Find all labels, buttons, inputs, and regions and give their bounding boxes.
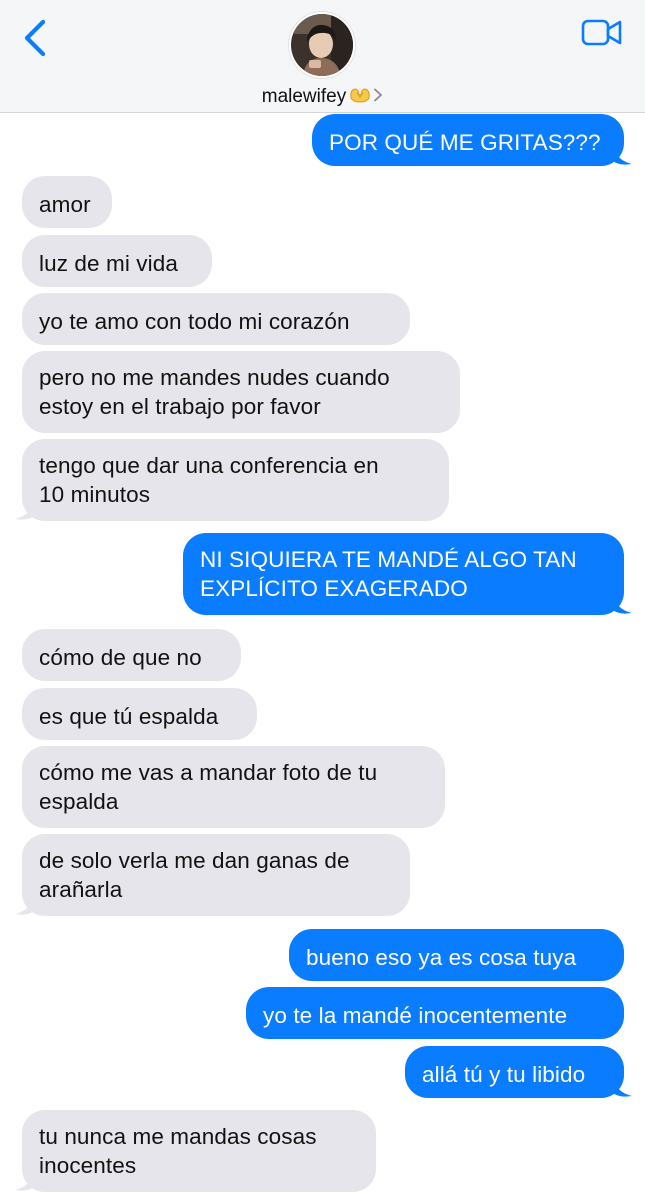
outgoing-message-bubble[interactable]: POR QUÉ ME GRITAS??? — [312, 114, 624, 166]
message-text: bueno eso ya es cosa tuya — [306, 945, 577, 970]
incoming-message-bubble[interactable]: luz de mi vida — [22, 235, 212, 287]
outgoing-message-bubble[interactable]: NI SIQUIERA TE MANDÉ ALGO TAN EXPLÍCITO … — [183, 533, 624, 615]
heart-hands-emoji — [349, 86, 371, 110]
video-camera-icon — [581, 19, 622, 46]
incoming-message-bubble[interactable]: amor — [22, 176, 112, 228]
incoming-message-bubble[interactable]: cómo de que no — [22, 629, 241, 681]
message-text: amor — [39, 192, 91, 217]
incoming-message-bubble[interactable]: es que tú espalda — [22, 688, 257, 740]
incoming-message-bubble[interactable]: pero no me mandes nudes cuando estoy en … — [22, 351, 460, 433]
message-text-line: EXPLÍCITO EXAGERADO — [200, 576, 468, 601]
contact-photo — [291, 14, 353, 76]
message-text-line: espalda — [39, 789, 119, 814]
message-text: luz de mi vida — [39, 251, 178, 276]
outgoing-message-bubble[interactable]: allá tú y tu libido — [405, 1046, 624, 1098]
incoming-message-bubble[interactable]: de solo verla me dan ganas de arañarla — [22, 834, 410, 916]
message-text-line: inocentes — [39, 1153, 137, 1178]
message-text-line: cómo me vas a mandar foto de tu — [39, 760, 378, 785]
message-text: allá tú y tu libido — [422, 1062, 586, 1087]
conversation-header: malewifey — [0, 0, 645, 113]
message-text-line: tengo que dar una conferencia en — [39, 453, 379, 478]
contact-name-button[interactable]: malewifey — [0, 86, 645, 110]
message-text-line: estoy en el trabajo por favor — [39, 394, 321, 419]
incoming-message-bubble[interactable]: tengo que dar una conferencia en 10 minu… — [22, 439, 449, 521]
contact-name: malewifey — [261, 86, 347, 107]
incoming-message-bubble[interactable]: tu nunca me mandas cosas inocentes — [22, 1110, 376, 1192]
message-text-line: 10 minutos — [39, 482, 151, 507]
message-text-line: pero no me mandes nudes cuando — [39, 365, 390, 390]
message-text-line: arañarla — [39, 877, 123, 902]
video-call-button[interactable] — [581, 18, 623, 48]
chevron-left-icon — [24, 19, 46, 57]
incoming-message-bubble[interactable]: yo te amo con todo mi corazón — [22, 293, 410, 345]
message-text: POR QUÉ ME GRITAS??? — [329, 130, 601, 155]
back-button[interactable] — [18, 16, 54, 60]
message-text: es que tú espalda — [39, 704, 219, 729]
message-text-line: de solo verla me dan ganas de — [39, 848, 350, 873]
chevron-right-icon — [373, 86, 383, 108]
message-text: yo te amo con todo mi corazón — [39, 309, 350, 334]
conversation-screen: malewifey POR QUÉ ME GRITAS??? amor luz … — [0, 0, 645, 1200]
message-text: yo te la mandé inocentemente — [263, 1003, 568, 1028]
avatar[interactable] — [289, 12, 355, 78]
outgoing-message-bubble[interactable]: yo te la mandé inocentemente — [246, 987, 624, 1039]
incoming-message-bubble[interactable]: cómo me vas a mandar foto de tu espalda — [22, 746, 445, 828]
message-text-line: NI SIQUIERA TE MANDÉ ALGO TAN — [200, 547, 577, 572]
message-text-line: tu nunca me mandas cosas — [39, 1124, 317, 1149]
message-text: cómo de que no — [39, 645, 202, 670]
outgoing-message-bubble[interactable]: bueno eso ya es cosa tuya — [289, 929, 624, 981]
